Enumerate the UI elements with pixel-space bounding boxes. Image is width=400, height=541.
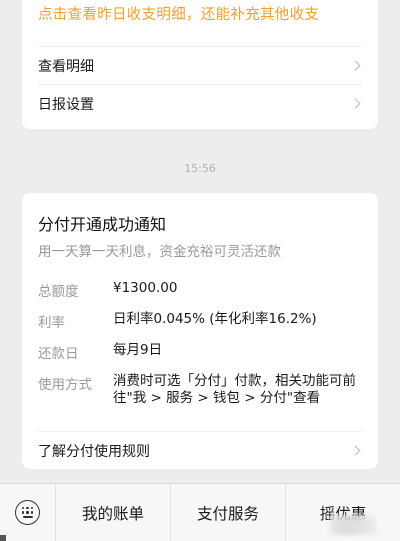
field-total-limit: 总额度 ¥1300.00 [38, 280, 362, 300]
view-details-label: 查看明细 [38, 58, 94, 75]
tab-payment-service[interactable]: 支付服务 [171, 484, 286, 541]
report-settings-row[interactable]: 日报设置 [38, 84, 362, 122]
blurred-overlay [330, 515, 376, 535]
promo-text[interactable]: 点击查看昨日收支明细，还能补充其他收支 [38, 3, 319, 24]
field-key: 利率 [38, 315, 65, 331]
field-value: 消费时可选「分付」付款，相关功能可前往"我 > 服务 > 钱包 > 分付"查看 [113, 373, 356, 406]
field-interest-rate: 利率 日利率0.045% (年化利率16.2%) [38, 311, 362, 331]
chevron-right-icon [350, 98, 361, 109]
keyboard-toggle-button[interactable] [0, 484, 56, 541]
tab-my-bill[interactable]: 我的账单 [56, 484, 171, 541]
notification-title: 分付开通成功通知 [38, 215, 167, 234]
usage-rules-label: 了解分付使用规则 [38, 443, 150, 460]
fenfu-notification-card[interactable]: 分付开通成功通知 用一天算一天利息，资金充裕可灵活还款 总额度 ¥1300.00… [22, 193, 378, 469]
field-usage: 使用方式 消费时可选「分付」付款，相关功能可前往"我 > 服务 > 钱包 > 分… [38, 373, 362, 407]
field-key: 还款日 [38, 346, 79, 362]
view-details-row[interactable]: 查看明细 [38, 46, 362, 84]
chevron-right-icon [350, 60, 361, 71]
notification-subtitle: 用一天算一天利息，资金充裕可灵活还款 [38, 244, 281, 260]
field-value: 日利率0.045% (年化利率16.2%) [113, 311, 317, 327]
report-settings-label: 日报设置 [38, 96, 94, 113]
field-repayment-day: 还款日 每月9日 [38, 342, 362, 362]
corner-marker [0, 535, 6, 541]
field-key: 使用方式 [38, 377, 92, 393]
field-key: 总额度 [38, 284, 79, 300]
usage-rules-link[interactable]: 了解分付使用规则 [38, 431, 362, 469]
message-timestamp: 15:56 [184, 162, 216, 175]
field-value: ¥1300.00 [113, 280, 178, 296]
daily-report-card: 点击查看昨日收支明细，还能补充其他收支 查看明细 日报设置 [22, 0, 378, 129]
keyboard-icon [15, 500, 40, 525]
field-value: 每月9日 [113, 342, 163, 358]
chevron-right-icon [350, 445, 361, 456]
